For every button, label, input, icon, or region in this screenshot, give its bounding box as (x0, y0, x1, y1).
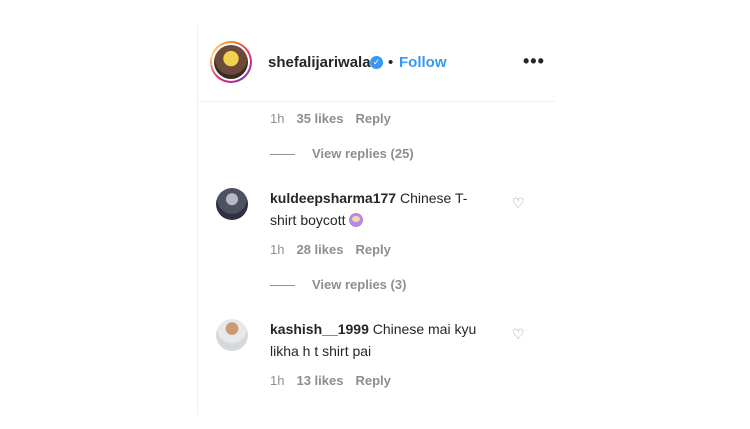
view-replies-button[interactable]: View replies (25) (312, 146, 414, 161)
comment-time[interactable]: 1h (270, 242, 284, 257)
more-options-icon[interactable]: ••• (523, 51, 545, 72)
comment-body: kashish__1999 Chinese mai kyu likha h t … (270, 318, 480, 362)
comment-text-continued: likha h t shirt pai (270, 343, 372, 359)
comment-meta: 1h 28 likes Reply (270, 242, 391, 257)
comment-text-continued: shirt boycott (270, 212, 346, 228)
separator-dot: • (388, 54, 394, 71)
comment-meta: 1h 13 likes Reply (270, 373, 391, 388)
comments-panel: shefalijariwala ✓ • Follow ••• 1h 35 like… (197, 25, 555, 415)
comment-body: kuldeepsharma177 Chinese T- shirt boycot… (270, 187, 480, 231)
view-replies-line (270, 285, 295, 286)
view-replies-button[interactable]: View replies (3) (312, 277, 406, 292)
comment-text: Chinese T- (399, 190, 468, 206)
comment-likes[interactable]: 13 likes (296, 373, 343, 388)
like-heart-icon[interactable]: ♡ (512, 326, 525, 343)
post-header: shefalijariwala ✓ • Follow ••• (198, 25, 555, 102)
reply-button[interactable]: Reply (355, 111, 390, 126)
reply-button[interactable]: Reply (355, 242, 390, 257)
comment-time[interactable]: 1h (270, 373, 284, 388)
verified-badge-icon: ✓ (370, 56, 383, 69)
follow-button[interactable]: Follow (399, 54, 447, 71)
woman-emoji-icon (349, 213, 364, 227)
comment-text: Chinese mai kyu (372, 321, 477, 337)
commenter-username[interactable]: kashish__1999 (270, 321, 369, 337)
comment-meta: 1h 35 likes Reply (270, 111, 391, 126)
profile-avatar[interactable] (210, 41, 252, 83)
avatar-photo (214, 45, 248, 79)
post-author-username[interactable]: shefalijariwala (268, 54, 371, 71)
avatar-inner (212, 43, 250, 81)
commenter-username[interactable]: kuldeepsharma177 (270, 190, 396, 206)
commenter-avatar[interactable] (216, 319, 248, 351)
like-heart-icon[interactable]: ♡ (512, 195, 525, 212)
reply-button[interactable]: Reply (355, 373, 390, 388)
view-replies-line (270, 154, 295, 155)
comment-likes[interactable]: 35 likes (296, 111, 343, 126)
comment-likes[interactable]: 28 likes (296, 242, 343, 257)
comment-time[interactable]: 1h (270, 111, 284, 126)
commenter-avatar[interactable] (216, 188, 248, 220)
